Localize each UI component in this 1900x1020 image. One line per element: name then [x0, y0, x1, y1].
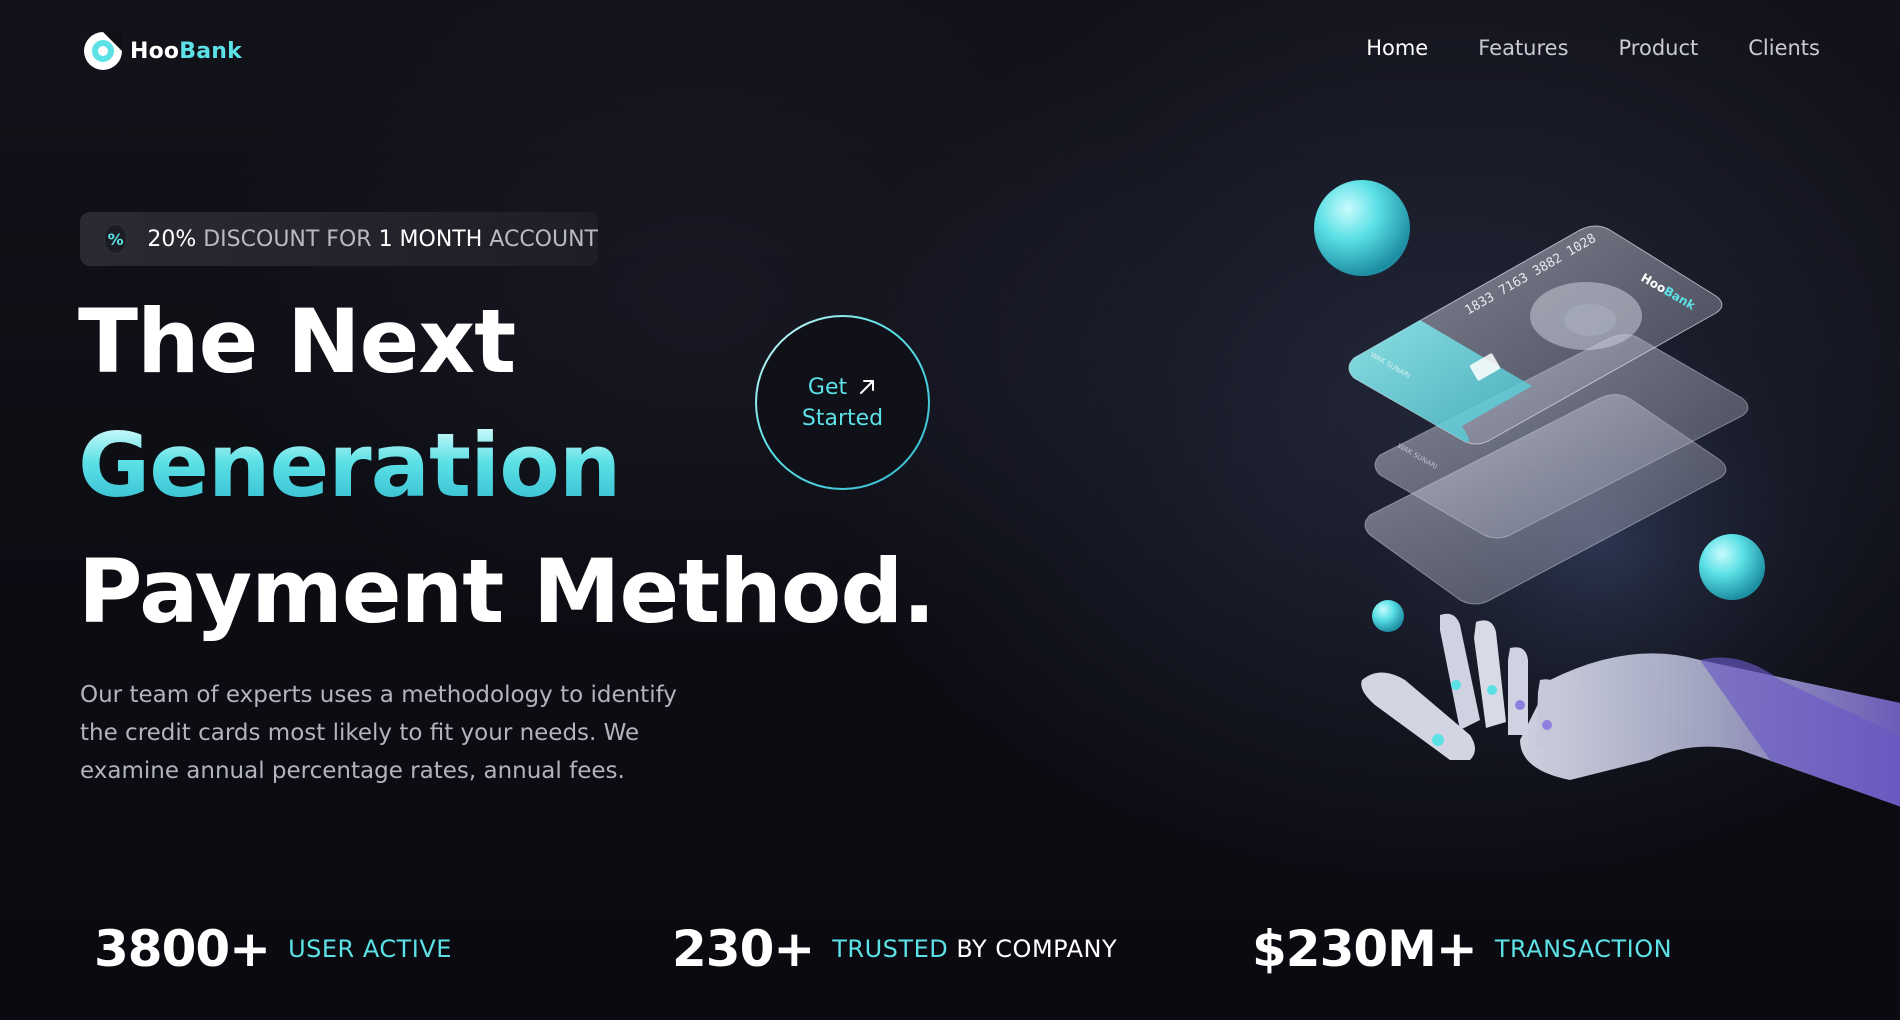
stat-companies: 230+ TRUSTED BY COMPANY	[672, 920, 1117, 978]
get-started-button[interactable]: Get Started	[755, 315, 930, 490]
discount-badge: % 20% DISCOUNT FOR 1 MONTH ACCOUNT	[80, 212, 598, 266]
hero-illustration: 1833 7163 3882 1028 WAK SUNARI WAK SUNAR…	[1300, 180, 1900, 820]
nav-item-clients[interactable]: Clients	[1748, 36, 1820, 60]
stat-label: TRUSTED BY COMPANY	[832, 935, 1118, 963]
hero-description: Our team of experts uses a methodology t…	[80, 682, 677, 784]
main-nav: Home Features Product Clients	[1366, 36, 1820, 60]
arrow-up-right-icon	[860, 380, 875, 394]
discount-text: 20% DISCOUNT FOR 1 MONTH ACCOUNT	[147, 226, 598, 252]
landing-page: HooBank Home Features Product Clients % …	[0, 0, 1900, 1020]
decorative-sphere-medium	[1699, 534, 1765, 600]
nav-item-features[interactable]: Features	[1478, 36, 1568, 60]
stat-value: $230M+	[1252, 920, 1478, 978]
get-started-line-2: Started	[801, 405, 884, 431]
brand-name: HooBank	[130, 38, 242, 64]
nav-item-home[interactable]: Home	[1366, 36, 1428, 60]
stat-label: USER ACTIVE	[288, 935, 452, 963]
brand-logo[interactable]: HooBank	[82, 30, 242, 72]
hero-title-line-2: Generation	[78, 414, 621, 517]
get-started-line-1: Get	[808, 375, 877, 400]
nav-item-product[interactable]: Product	[1619, 36, 1699, 60]
hero-title-line-3: Payment Method.	[78, 540, 936, 643]
stat-transactions: $230M+ TRANSACTION	[1252, 920, 1672, 978]
stat-label: TRANSACTION	[1494, 935, 1673, 963]
stat-value: 3800+	[94, 920, 271, 978]
hero-title-line-1: The Next	[78, 290, 516, 393]
stat-users: 3800+ USER ACTIVE	[94, 920, 452, 978]
decorative-sphere-large	[1314, 180, 1410, 276]
get-started-inner: Get Started	[757, 317, 928, 488]
percent-icon: %	[104, 224, 128, 254]
logo-icon	[84, 32, 122, 70]
stat-value: 230+	[672, 920, 815, 978]
decorative-sphere-small	[1372, 600, 1404, 632]
